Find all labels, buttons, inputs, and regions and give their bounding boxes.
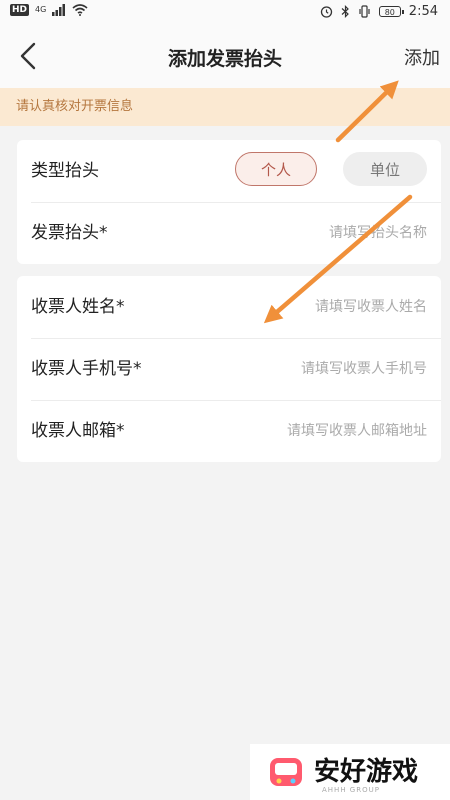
notice-banner: 请认真核对开票信息 (0, 88, 450, 126)
recipient-phone-input[interactable] (197, 356, 427, 382)
type-row: 类型抬头 个人 单位 (17, 140, 441, 202)
watermark-subtext: AHHH GROUP (322, 786, 380, 794)
signal-icon (52, 4, 66, 16)
invoice-title-row: 发票抬头* (17, 202, 441, 264)
recipient-name-row: 收票人姓名* (17, 276, 441, 338)
network-label: 4G (35, 5, 47, 14)
recipient-name-label: 收票人姓名* (31, 297, 125, 317)
type-company-button[interactable]: 单位 (343, 152, 427, 186)
recipient-phone-label: 收票人手机号* (31, 359, 142, 379)
page-title: 添加发票抬头 (167, 48, 282, 70)
recipient-name-input[interactable] (197, 294, 427, 320)
type-personal-button[interactable]: 个人 (235, 152, 317, 186)
watermark: 安好游戏 AHHH GROUP (250, 744, 450, 800)
bluetooth-icon (341, 5, 349, 18)
recipient-card: 收票人姓名* 收票人手机号* 收票人邮箱* (17, 276, 441, 462)
status-time: 2:54 (408, 4, 438, 19)
watermark-text: 安好游戏 (314, 757, 419, 787)
invoice-title-card: 类型抬头 个人 单位 发票抬头* (17, 140, 441, 264)
add-button[interactable]: 添加 (404, 44, 440, 70)
game-logo-icon (270, 758, 302, 786)
invoice-title-label: 发票抬头* (31, 223, 108, 243)
battery-icon: 80 (378, 6, 404, 17)
type-label: 类型抬头 (31, 161, 99, 181)
wifi-icon (72, 4, 88, 16)
hd-icon: HD (10, 4, 30, 16)
nav-bar: 添加发票抬头 添加 (0, 24, 450, 88)
recipient-email-label: 收票人邮箱* (31, 421, 125, 441)
invoice-title-input[interactable] (197, 220, 427, 246)
recipient-email-input[interactable] (197, 418, 427, 444)
status-bar: HD 4G 80 2:54 (0, 0, 450, 24)
recipient-phone-row: 收票人手机号* (17, 338, 441, 400)
vibrate-icon (359, 5, 370, 18)
status-left: HD 4G (10, 4, 88, 16)
alarm-icon (320, 6, 332, 18)
status-right: 80 2:54 (320, 4, 438, 19)
recipient-email-row: 收票人邮箱* (17, 400, 441, 462)
